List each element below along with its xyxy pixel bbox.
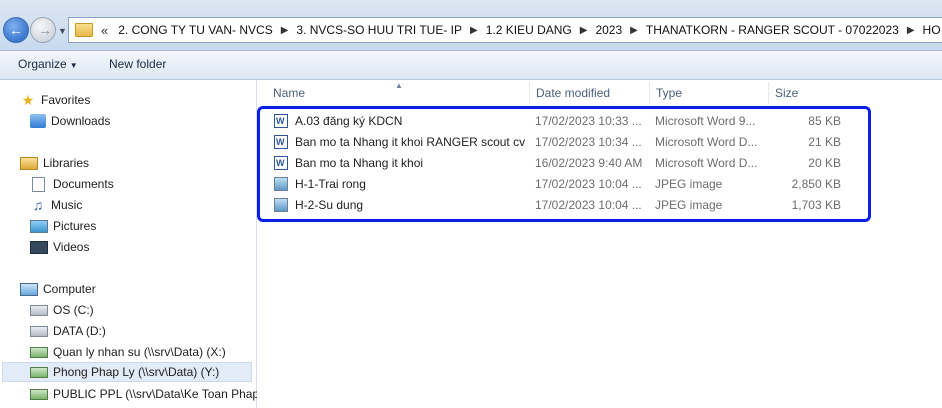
organize-button[interactable]: Organize ▼ xyxy=(18,57,78,71)
file-name: Ban mo ta Nhang it khoi RANGER scout cv xyxy=(295,135,526,149)
nav-item-computer[interactable]: Computer xyxy=(20,279,96,299)
file-row[interactable]: H-1-Trai rong 17/02/2023 10:04 ... JPEG … xyxy=(268,174,858,194)
libraries-icon xyxy=(20,156,38,170)
chevron-down-icon: ▼ xyxy=(69,61,78,70)
star-icon: ★ xyxy=(21,92,35,108)
back-button[interactable]: ← xyxy=(3,17,29,43)
file-date: 17/02/2023 10:04 ... xyxy=(535,177,642,191)
arrow-right-icon: → xyxy=(38,22,52,38)
arrow-left-icon: ← xyxy=(9,22,23,38)
file-type: Microsoft Word D... xyxy=(655,156,758,170)
command-bar: Organize ▼ New folder xyxy=(0,51,942,80)
breadcrumb-separator-icon[interactable]: ▶ xyxy=(576,25,592,36)
breadcrumb-item[interactable]: THANATKORN - RANGER SCOUT - 07022023 xyxy=(642,23,903,37)
file-type: JPEG image xyxy=(655,177,723,191)
recent-pages-dropdown[interactable]: ▼ xyxy=(58,26,67,36)
hard-drive-icon xyxy=(30,304,48,316)
organize-label: Organize xyxy=(18,57,67,71)
nav-item-drive[interactable]: PUBLIC PPL (\\srv\Data\Ke Toan Phap xyxy=(30,384,259,404)
overflow-chevron[interactable]: « xyxy=(101,23,108,38)
breadcrumb-separator-icon[interactable]: ▶ xyxy=(626,25,642,36)
file-date: 17/02/2023 10:33 ... xyxy=(535,114,642,128)
nav-label: Music xyxy=(51,198,83,212)
file-name: H-1-Trai rong xyxy=(295,177,366,191)
breadcrumb-separator-icon[interactable]: ▶ xyxy=(277,25,293,36)
network-drive-icon xyxy=(30,366,48,378)
file-size: 85 KB xyxy=(808,114,841,128)
breadcrumb[interactable]: « 2. CONG TY TU VAN- NVCS ▶ 3. NVCS-SO HU… xyxy=(68,17,942,43)
jpeg-image-icon xyxy=(274,198,288,212)
file-type: JPEG image xyxy=(655,198,723,212)
nav-label: Libraries xyxy=(43,156,90,170)
file-date: 16/02/2023 9:40 AM xyxy=(535,156,643,170)
nav-label: Phong Phap Ly (\\srv\Data) (Y:) xyxy=(53,365,220,379)
music-icon: ♫ xyxy=(32,197,44,213)
file-row[interactable]: H-2-Su dung 17/02/2023 10:04 ... JPEG im… xyxy=(268,195,858,215)
address-bar: ← → ▼ « 2. CONG TY TU VAN- NVCS ▶ 3. NVCS… xyxy=(0,0,942,51)
file-name: Ban mo ta Nhang it khoi xyxy=(295,156,424,170)
nav-label: Downloads xyxy=(51,114,111,128)
nav-label: Videos xyxy=(53,240,90,254)
nav-label: Documents xyxy=(53,177,114,191)
file-name: H-2-Su dung xyxy=(295,198,364,212)
file-date: 17/02/2023 10:04 ... xyxy=(535,198,642,212)
folder-icon xyxy=(75,23,93,37)
column-header-name[interactable]: Name xyxy=(267,82,529,104)
nav-label: OS (C:) xyxy=(53,303,94,317)
file-type: Microsoft Word 9... xyxy=(655,114,756,128)
jpeg-image-icon xyxy=(274,177,288,191)
nav-item-favorites[interactable]: ★ Favorites xyxy=(20,90,91,110)
column-header-size[interactable]: Size xyxy=(768,82,868,104)
nav-item-downloads[interactable]: Downloads xyxy=(30,111,110,131)
column-header-type[interactable]: Type xyxy=(649,82,768,104)
nav-item-music[interactable]: ♫ Music xyxy=(30,195,83,215)
nav-item-videos[interactable]: Videos xyxy=(30,237,89,257)
file-row[interactable]: Ban mo ta Nhang it khoi 16/02/2023 9:40 … xyxy=(268,153,858,173)
nav-label: Favorites xyxy=(41,93,91,107)
file-date: 17/02/2023 10:34 ... xyxy=(535,135,642,149)
nav-label: DATA (D:) xyxy=(53,324,106,338)
nav-item-drive[interactable]: Quan ly nhan su (\\srv\Data) (X:) xyxy=(30,342,226,362)
file-size: 20 KB xyxy=(808,156,841,170)
breadcrumb-item[interactable]: 1.2 KIEU DANG xyxy=(482,23,576,37)
downloads-icon xyxy=(30,114,46,128)
file-type: Microsoft Word D... xyxy=(655,135,758,149)
file-size: 21 KB xyxy=(808,135,841,149)
file-row[interactable]: A.03 đăng ký KDCN 17/02/2023 10:33 ... M… xyxy=(268,111,858,131)
network-drive-icon xyxy=(30,346,48,358)
file-size: 2,850 KB xyxy=(791,177,841,191)
nav-item-libraries[interactable]: Libraries xyxy=(20,153,89,173)
hard-drive-icon xyxy=(30,325,48,337)
breadcrumb-item[interactable]: 2. CONG TY TU VAN- NVCS xyxy=(114,23,276,37)
nav-item-drive-selected[interactable]: Phong Phap Ly (\\srv\Data) (Y:) xyxy=(2,362,252,382)
word-doc-icon xyxy=(274,114,288,128)
computer-icon xyxy=(20,282,38,296)
nav-label: Computer xyxy=(43,282,96,296)
pictures-icon xyxy=(30,219,48,233)
nav-item-documents[interactable]: Documents xyxy=(30,174,114,194)
network-drive-icon xyxy=(30,388,48,400)
word-doc-icon xyxy=(274,135,288,149)
breadcrumb-item[interactable]: HO SO xyxy=(919,23,942,37)
forward-button[interactable]: → xyxy=(30,17,56,43)
videos-icon xyxy=(30,240,48,254)
nav-item-pictures[interactable]: Pictures xyxy=(30,216,96,236)
breadcrumb-item[interactable]: 2023 xyxy=(591,23,626,37)
nav-label: PUBLIC PPL (\\srv\Data\Ke Toan Phap xyxy=(53,387,260,401)
breadcrumb-item[interactable]: 3. NVCS-SO HUU TRI TUE- IP xyxy=(292,23,466,37)
file-size: 1,703 KB xyxy=(791,198,841,212)
documents-icon xyxy=(32,176,45,192)
file-name: A.03 đăng ký KDCN xyxy=(295,114,403,128)
nav-item-drive[interactable]: OS (C:) xyxy=(30,300,94,320)
new-folder-button[interactable]: New folder xyxy=(109,57,166,71)
nav-item-drive[interactable]: DATA (D:) xyxy=(30,321,106,341)
column-header-date[interactable]: Date modified xyxy=(529,82,649,104)
word-doc-icon xyxy=(274,156,288,170)
file-row[interactable]: Ban mo ta Nhang it khoi RANGER scout cv … xyxy=(268,132,858,152)
breadcrumb-separator-icon[interactable]: ▶ xyxy=(466,25,482,36)
nav-label: Pictures xyxy=(53,219,97,233)
breadcrumb-separator-icon[interactable]: ▶ xyxy=(903,25,919,36)
nav-label: Quan ly nhan su (\\srv\Data) (X:) xyxy=(53,345,226,359)
